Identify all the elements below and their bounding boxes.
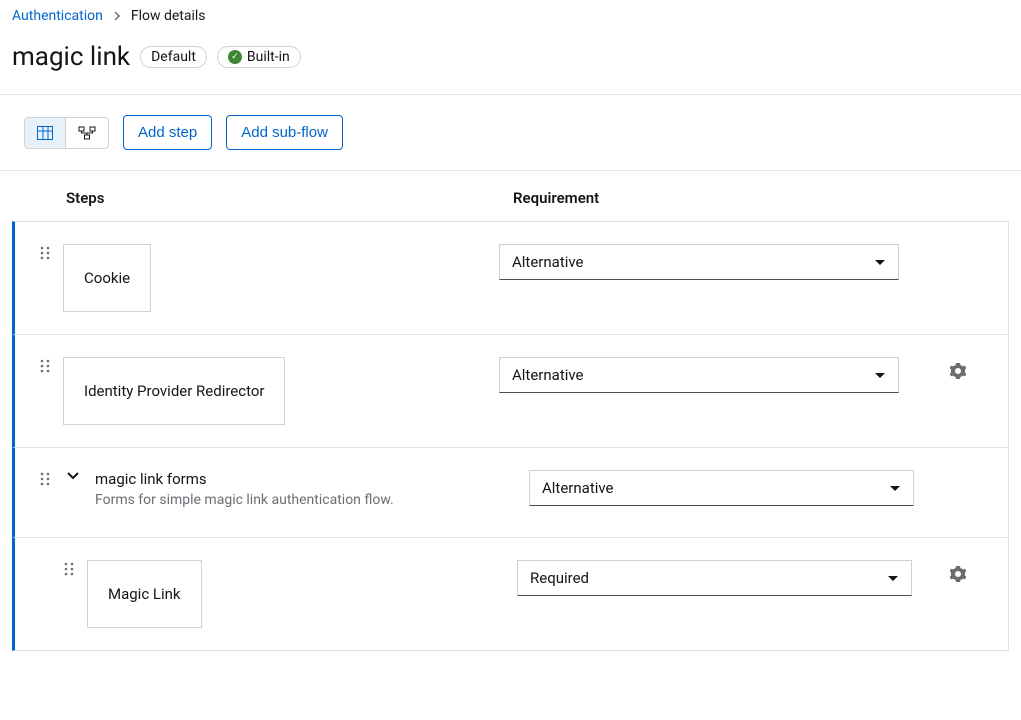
requirement-cell: Required <box>499 560 919 596</box>
toolbar: Add step Add sub-flow <box>0 95 1021 170</box>
step-cell: Magic Link <box>87 560 499 628</box>
caret-down-icon <box>889 485 901 493</box>
drag-handle[interactable] <box>27 357 63 373</box>
view-toggle <box>24 117 109 149</box>
drag-handle[interactable] <box>27 470 63 486</box>
breadcrumb: Authentication Flow details <box>0 0 1021 32</box>
requirement-value: Required <box>530 569 589 587</box>
tag-builtin-text: Built-in <box>247 49 290 65</box>
breadcrumb-root-link[interactable]: Authentication <box>12 8 103 24</box>
requirement-cell: Alternative <box>499 357 919 393</box>
chevron-down-icon <box>67 472 79 480</box>
view-diagram-button[interactable] <box>65 118 108 148</box>
diagram-icon <box>78 126 96 140</box>
flow-row-magic-link: Magic Link Required <box>12 538 1009 651</box>
flow-row-cookie: Cookie Alternative <box>12 221 1009 335</box>
flow-row-magic-link-forms: magic link forms Forms for simple magic … <box>12 448 1009 538</box>
requirement-select-idp-redirector[interactable]: Alternative <box>499 357 899 393</box>
gear-icon <box>950 363 966 379</box>
chevron-right-icon <box>113 11 121 21</box>
subflow-name: magic link forms <box>95 470 394 488</box>
step-box-magic-link: Magic Link <box>87 560 202 628</box>
add-step-button[interactable]: Add step <box>123 115 212 150</box>
breadcrumb-current: Flow details <box>131 8 206 24</box>
actions-cell <box>919 470 996 472</box>
step-box-cookie: Cookie <box>63 244 151 312</box>
settings-button-idp-redirector[interactable] <box>946 359 970 383</box>
caret-down-icon <box>887 575 899 583</box>
actions-cell <box>919 357 996 383</box>
settings-button-magic-link[interactable] <box>946 562 970 586</box>
gear-icon <box>950 566 966 582</box>
step-cell: Cookie <box>63 244 499 312</box>
requirement-value: Alternative <box>512 366 584 384</box>
col-steps-header: Steps <box>66 189 513 207</box>
actions-cell <box>919 560 996 586</box>
expand-toggle[interactable] <box>63 470 85 480</box>
col-requirement-header: Requirement <box>513 189 933 207</box>
step-cell: Identity Provider Redirector <box>63 357 499 425</box>
drag-handle[interactable] <box>27 244 63 260</box>
step-cell: magic link forms Forms for simple magic … <box>63 470 499 508</box>
page-header: magic link Default ✓ Built-in <box>0 32 1021 94</box>
tag-default-text: Default <box>151 49 196 65</box>
column-headers: Steps Requirement <box>12 171 1009 221</box>
page-title: magic link <box>12 42 130 72</box>
step-box-idp-redirector: Identity Provider Redirector <box>63 357 285 425</box>
requirement-select-cookie[interactable]: Alternative <box>499 244 899 280</box>
flow-row-idp-redirector: Identity Provider Redirector Alternative <box>12 335 1009 448</box>
requirement-value: Alternative <box>512 253 584 271</box>
table-icon <box>37 126 53 140</box>
actions-cell <box>919 244 996 246</box>
subflow-description: Forms for simple magic link authenticati… <box>95 492 394 508</box>
requirement-value: Alternative <box>542 479 614 497</box>
add-sub-flow-button[interactable]: Add sub-flow <box>226 115 343 150</box>
flow-content: Steps Requirement Cookie Alternative Ide… <box>0 171 1021 651</box>
requirement-cell: Alternative <box>499 470 919 506</box>
requirement-cell: Alternative <box>499 244 919 280</box>
requirement-select-magic-link[interactable]: Required <box>517 560 912 596</box>
caret-down-icon <box>874 259 886 267</box>
subflow-group: magic link forms Forms for simple magic … <box>95 470 394 508</box>
check-circle-icon: ✓ <box>228 50 242 64</box>
view-table-button[interactable] <box>25 118 65 148</box>
tag-default: Default <box>140 46 207 68</box>
caret-down-icon <box>874 372 886 380</box>
drag-handle[interactable] <box>51 560 87 576</box>
tag-builtin: ✓ Built-in <box>217 46 301 68</box>
requirement-select-magic-link-forms[interactable]: Alternative <box>529 470 914 506</box>
